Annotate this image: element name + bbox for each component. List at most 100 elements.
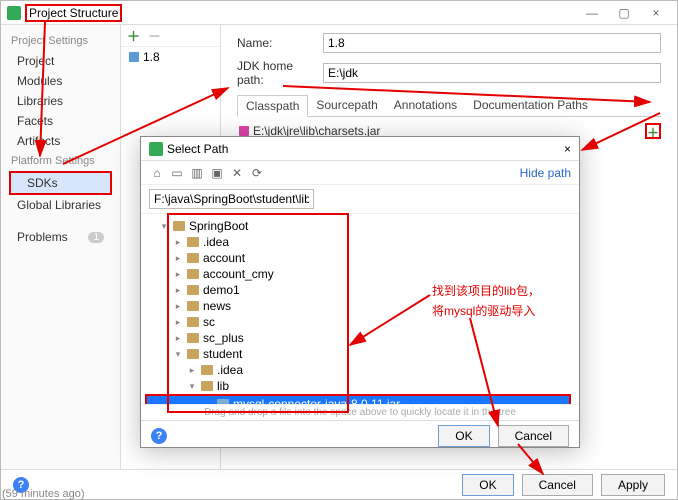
delete-icon[interactable]: ✕	[229, 165, 245, 181]
tree-item-label: news	[203, 299, 231, 313]
sidebar-item-sdks[interactable]: SDKs	[9, 171, 112, 195]
problems-badge: 1	[88, 232, 104, 243]
add-classpath-icon[interactable]: ＋	[645, 123, 661, 139]
tree-item-label: .idea	[203, 235, 229, 249]
tree-item-label: demo1	[203, 283, 240, 297]
dialog-close-icon[interactable]: ×	[564, 142, 571, 156]
home-icon[interactable]: ⌂	[149, 165, 165, 181]
sidebar-item-modules[interactable]: Modules	[1, 71, 120, 91]
close-button[interactable]: ×	[641, 4, 671, 22]
minimize-button[interactable]: —	[577, 4, 607, 22]
add-sdk-icon[interactable]: ＋	[127, 26, 140, 45]
drag-hint: Drag and drop a file into the space abov…	[141, 404, 579, 420]
caret-icon: ▸	[173, 285, 183, 296]
tree-row[interactable]: ▸ account_cmy	[145, 266, 571, 282]
jar-icon	[239, 126, 249, 136]
folder-icon	[201, 365, 213, 375]
sdk-tabs: Classpath Sourcepath Annotations Documen…	[237, 95, 661, 117]
sidebar-item-global-libraries[interactable]: Global Libraries	[1, 195, 120, 215]
file-icon	[217, 399, 229, 404]
tab-classpath[interactable]: Classpath	[237, 95, 308, 117]
refresh-icon[interactable]: ⟳	[249, 165, 265, 181]
caret-icon: ▸	[173, 301, 183, 312]
app-icon	[7, 6, 21, 20]
folder-icon	[187, 285, 199, 295]
dialog-help-icon[interactable]: ?	[151, 428, 167, 444]
tree-row[interactable]: ▸.idea	[145, 362, 571, 378]
dialog-title: Select Path	[167, 142, 228, 156]
folder-icon	[187, 269, 199, 279]
tree-item-label: lib	[217, 379, 229, 393]
caret-icon: ▾	[187, 381, 197, 392]
caret-icon: ▸	[173, 237, 183, 248]
folder-icon	[187, 349, 199, 359]
tree-item-label: student	[203, 347, 242, 361]
tree-item-label: SpringBoot	[189, 219, 248, 233]
file-tree[interactable]: ▾SpringBoot▸.idea▸account▸account_cmy▸de…	[141, 214, 579, 404]
folder-icon	[187, 301, 199, 311]
tree-item-label: account_cmy	[203, 267, 274, 281]
tree-row[interactable]: ▸ sc	[145, 314, 571, 330]
hide-path-link[interactable]: Hide path	[520, 166, 571, 180]
folder-icon	[173, 221, 185, 231]
main-apply-button[interactable]: Apply	[601, 474, 665, 496]
dialog-cancel-button[interactable]: Cancel	[498, 425, 569, 447]
maximize-button[interactable]: ▢	[609, 4, 639, 22]
tree-row-selected[interactable]: mysql-connector-java-8.0.11.jar	[145, 394, 571, 404]
tree-row[interactable]: ▾ lib	[145, 378, 571, 394]
folder-icon	[187, 237, 199, 247]
sidebar-item-problems[interactable]: Problems 1	[1, 227, 120, 247]
main-ok-button[interactable]: OK	[462, 474, 513, 496]
jdk-icon	[129, 52, 139, 62]
dialog-ok-button[interactable]: OK	[438, 425, 489, 447]
sidebar-item-project[interactable]: Project	[1, 51, 120, 71]
tab-annotations[interactable]: Annotations	[386, 95, 465, 116]
caret-icon: ▸	[173, 333, 183, 344]
tree-item-label: mysql-connector-java-8.0.11.jar	[233, 397, 400, 404]
tree-item-label: sc_plus	[203, 331, 244, 345]
sidebar-item-artifacts[interactable]: Artifacts	[1, 131, 120, 151]
path-input[interactable]	[149, 189, 314, 209]
status-bar-text: (59 minutes ago)	[2, 488, 85, 500]
caret-icon: ▾	[173, 349, 183, 360]
main-cancel-button[interactable]: Cancel	[522, 474, 593, 496]
jdk-home-label: JDK home path:	[237, 59, 317, 87]
caret-icon: ▾	[159, 221, 169, 232]
remove-sdk-icon[interactable]: －	[148, 26, 161, 45]
main-button-bar: ? OK Cancel Apply	[1, 469, 677, 499]
sidebar-item-libraries[interactable]: Libraries	[1, 91, 120, 111]
tree-item-label: account	[203, 251, 245, 265]
new-folder-icon[interactable]: ▣	[209, 165, 225, 181]
sidebar-item-facets[interactable]: Facets	[1, 111, 120, 131]
jdk-home-input[interactable]	[323, 63, 661, 83]
tree-row[interactable]: ▸ .idea	[145, 234, 571, 250]
folder-icon	[201, 381, 213, 391]
window-title: Project Structure	[25, 4, 122, 22]
caret-icon: ▸	[173, 269, 183, 280]
folder-icon	[187, 253, 199, 263]
tab-documentation-paths[interactable]: Documentation Paths	[465, 95, 596, 116]
tab-sourcepath[interactable]: Sourcepath	[308, 95, 385, 116]
tree-row[interactable]: ▸ account	[145, 250, 571, 266]
name-label: Name:	[237, 36, 317, 50]
sidebar-group-project-settings: Project Settings	[1, 31, 120, 51]
tree-row[interactable]: ▸ sc_plus	[145, 330, 571, 346]
tree-row[interactable]: ▸ news	[145, 298, 571, 314]
sdk-item-18[interactable]: 1.8	[121, 47, 220, 67]
dialog-icon	[149, 142, 163, 156]
sidebar-group-platform-settings: Platform Settings	[1, 151, 120, 171]
project-icon[interactable]: ▥	[189, 165, 205, 181]
tree-row[interactable]: ▸ demo1	[145, 282, 571, 298]
folder-icon	[187, 333, 199, 343]
caret-icon: ▸	[173, 317, 183, 328]
select-path-dialog: Select Path × ⌂ ▭ ▥ ▣ ✕ ⟳ Hide path ▾ Spr…	[140, 136, 580, 448]
tree-row[interactable]: ▾ SpringBoot	[145, 218, 571, 234]
titlebar: Project Structure — ▢ ×	[1, 1, 677, 25]
tree-item-label: sc	[203, 315, 215, 329]
sdk-name-input[interactable]	[323, 33, 661, 53]
caret-icon: ▸	[173, 253, 183, 264]
sidebar: Project Settings Project Modules Librari…	[1, 25, 121, 469]
tree-item-label: .idea	[217, 363, 243, 377]
desktop-icon[interactable]: ▭	[169, 165, 185, 181]
tree-row[interactable]: ▾ student	[145, 346, 571, 362]
